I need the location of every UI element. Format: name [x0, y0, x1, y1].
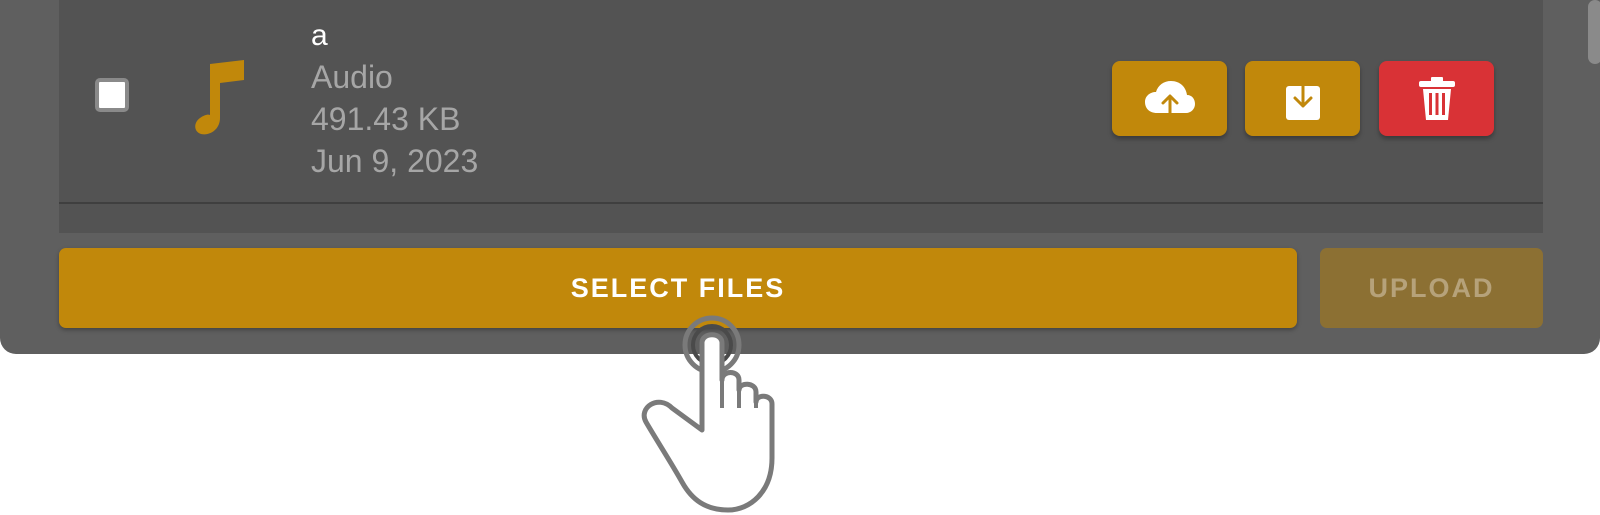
file-type: Audio [311, 59, 393, 95]
upload-button[interactable]: UPLOAD [1320, 248, 1543, 328]
download-button[interactable] [1245, 61, 1360, 136]
download-icon [1285, 76, 1320, 120]
file-date: Jun 9, 2023 [311, 143, 479, 179]
file-size: 491.43 KB [311, 101, 461, 137]
file-upload-panel: a Audio 491.43 KB Jun 9, 2023 SELECT FIL… [0, 0, 1600, 354]
scrollbar-thumb[interactable] [1588, 0, 1600, 64]
cloud-upload-icon [1144, 80, 1195, 116]
file-name: a [311, 19, 328, 52]
music-note-icon [195, 60, 244, 135]
file-row: a Audio 491.43 KB Jun 9, 2023 [59, 0, 1543, 204]
upload-to-cloud-button[interactable] [1112, 61, 1227, 136]
file-list: a Audio 491.43 KB Jun 9, 2023 [59, 0, 1543, 233]
file-select-checkbox[interactable] [95, 78, 129, 112]
delete-button[interactable] [1379, 61, 1494, 136]
hand-pointer-icon [641, 315, 775, 513]
trash-icon [1418, 76, 1455, 120]
